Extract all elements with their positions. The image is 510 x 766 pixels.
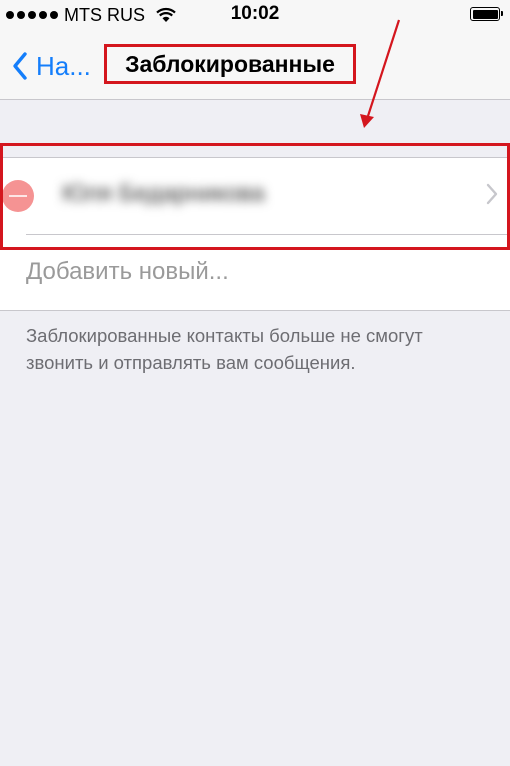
status-time: 10:02	[230, 3, 280, 24]
page-title: Заблокированные	[104, 44, 356, 84]
chevron-left-icon	[13, 52, 27, 80]
delete-icon[interactable]	[2, 180, 34, 212]
contact-name: Юля Бедарникова	[62, 180, 265, 207]
blocked-contacts-list: Юля Бедарникова Добавить новый...	[0, 157, 510, 311]
navigation-bar: На... Заблокированные	[0, 30, 510, 100]
battery-icon	[470, 7, 503, 21]
back-button[interactable]: На...	[12, 48, 91, 84]
chevron-right-icon	[486, 183, 498, 205]
add-new-label: Добавить новый...	[26, 258, 229, 285]
add-new-button[interactable]: Добавить новый...	[0, 234, 510, 310]
blocked-contact-row[interactable]: Юля Бедарникова	[0, 158, 510, 235]
footer-note: Заблокированные контакты больше не смогу…	[26, 325, 423, 373]
annotation-arrow	[360, 19, 401, 128]
back-label: На...	[36, 50, 91, 81]
row-separator	[26, 234, 510, 235]
status-bar: MTS RUS 10:02	[0, 0, 510, 30]
